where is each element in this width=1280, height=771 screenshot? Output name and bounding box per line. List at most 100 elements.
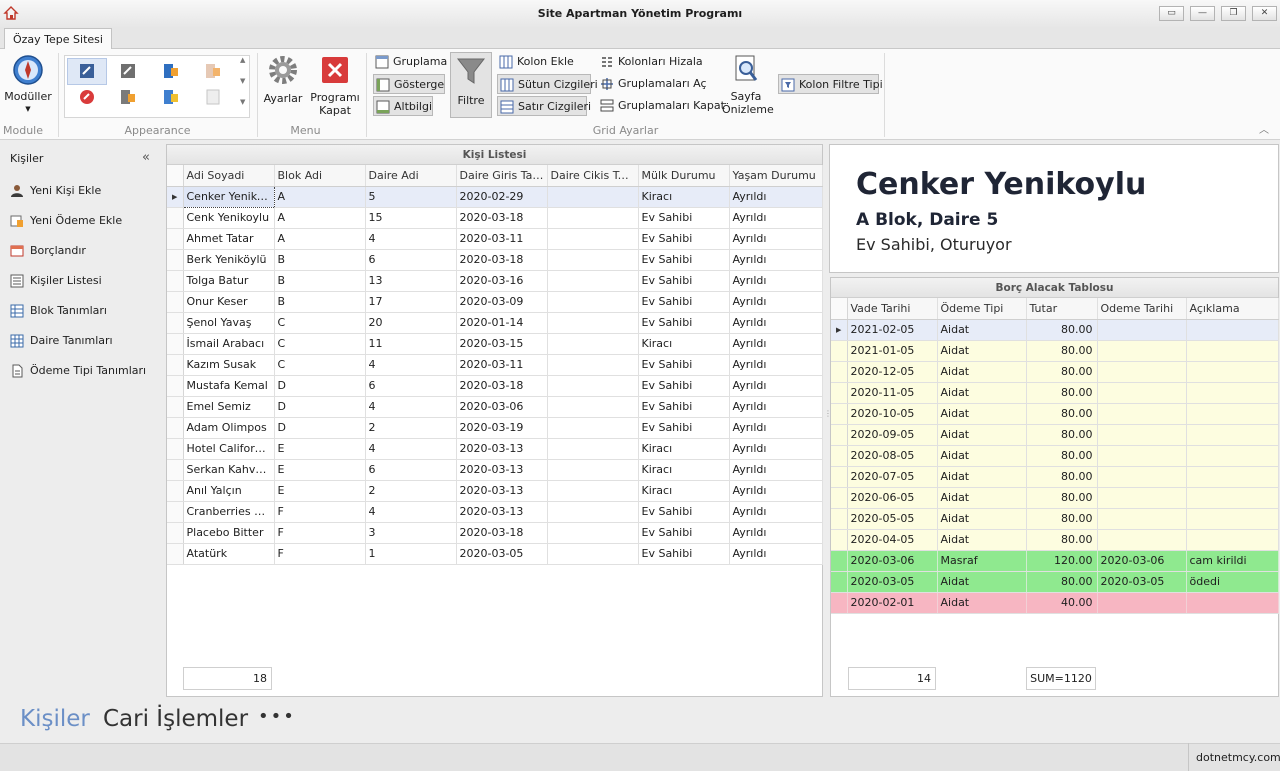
table-cell[interactable]: 3 [365, 522, 457, 544]
table-cell[interactable]: 4 [365, 438, 457, 460]
table-cell[interactable]: E [274, 459, 366, 481]
table-cell[interactable]: 2020-12-05 [847, 361, 938, 383]
table-cell[interactable]: Ayrıldı [729, 480, 823, 502]
table-cell[interactable]: 80.00 [1026, 508, 1098, 530]
table-cell[interactable]: B [274, 291, 366, 313]
table-cell[interactable]: 2020-03-18 [456, 249, 548, 271]
table-cell[interactable]: 2020-03-09 [456, 291, 548, 313]
table-cell[interactable]: 2020-02-01 [847, 592, 938, 614]
table-cell[interactable]: 2020-03-11 [456, 354, 548, 376]
table-cell[interactable] [1186, 361, 1279, 383]
table-cell[interactable] [1097, 592, 1187, 614]
table-row[interactable]: Atatürk F 1 2020-03-05 Ev Sahibi Ayrıldı [167, 543, 823, 565]
table-row[interactable]: Ahmet Tatar A 4 2020-03-11 Ev Sahibi Ayrıldı [167, 228, 823, 250]
table-row[interactable]: 2020-05-05 Aidat 80.00 [831, 508, 1279, 530]
table-cell[interactable] [1097, 529, 1187, 551]
table-cell[interactable]: 2020-10-05 [847, 403, 938, 425]
skin-icon[interactable] [79, 89, 95, 105]
gruplama-button[interactable]: Gruplama [373, 52, 447, 72]
skin-icon[interactable] [79, 63, 95, 79]
table-cell[interactable]: Ayrıldı [729, 522, 823, 544]
sidebar-item-yeni-kisi-ekle[interactable]: Yeni Kişi Ekle [8, 179, 101, 203]
table-cell[interactable]: 40.00 [1026, 592, 1098, 614]
table-cell[interactable]: ödedi [1186, 571, 1279, 593]
table-row[interactable]: Placebo Bitter F 3 2020-03-18 Ev Sahibi Ayrıl… [167, 522, 823, 544]
table-cell[interactable]: 2020-03-05 [456, 543, 548, 565]
table-cell[interactable] [547, 186, 639, 208]
skin-icon[interactable] [120, 89, 136, 105]
table-cell[interactable]: 2020-03-06 [1097, 550, 1187, 572]
table-cell[interactable]: 2021-01-05 [847, 340, 938, 362]
satir-cizgileri-button[interactable]: Satır Cizgileri [497, 96, 591, 116]
moduller-button[interactable]: Modüller ▼ [2, 54, 54, 116]
table-cell[interactable]: 2020-09-05 [847, 424, 938, 446]
table-row[interactable]: Berk Yeniköylü B 6 2020-03-18 Ev Sahibi Ayrıl… [167, 249, 823, 271]
kolonlari-hizala-button[interactable]: Kolonları Hizala [598, 52, 703, 72]
table-row[interactable]: 2020-12-05 Aidat 80.00 [831, 361, 1279, 383]
table-cell[interactable] [1186, 340, 1279, 362]
table-cell[interactable]: Adam Olimpos [183, 417, 275, 439]
table-cell[interactable] [547, 354, 639, 376]
table-row[interactable]: Kazım Susak C 4 2020-03-11 Ev Sahibi Ayrıldı [167, 354, 823, 376]
table-row[interactable]: Cenk Yenikoylu A 15 2020-03-18 Ev Sahibi Ayrı… [167, 207, 823, 229]
nav-kisiler[interactable]: Kişiler [20, 706, 90, 732]
table-cell[interactable]: D [274, 417, 366, 439]
skin-icon[interactable] [205, 89, 221, 105]
table-cell[interactable]: Cranberries Pr... [183, 501, 275, 523]
table-cell[interactable]: 80.00 [1026, 571, 1098, 593]
table-cell[interactable] [1186, 508, 1279, 530]
row-indicator[interactable] [831, 424, 848, 446]
table-cell[interactable]: 11 [365, 333, 457, 355]
table-cell[interactable]: E [274, 480, 366, 502]
table-cell[interactable]: Ayrıldı [729, 375, 823, 397]
table-cell[interactable] [1186, 424, 1279, 446]
table-cell[interactable]: Aidat [937, 340, 1027, 362]
table-cell[interactable]: Aidat [937, 403, 1027, 425]
table-cell[interactable]: Aidat [937, 508, 1027, 530]
sidebar-item-blok-tanimlari[interactable]: Blok Tanımları [8, 299, 107, 323]
table-cell[interactable]: 2020-03-16 [456, 270, 548, 292]
table-cell[interactable] [1097, 382, 1187, 404]
debts-column-header[interactable]: Açıklama [1186, 298, 1279, 320]
skin-icon[interactable] [163, 89, 179, 105]
table-row[interactable]: 2020-09-05 Aidat 80.00 [831, 424, 1279, 446]
table-row[interactable]: Tolga Batur B 13 2020-03-16 Ev Sahibi Ayrıldı [167, 270, 823, 292]
collapse-ribbon-icon[interactable]: ︿ [1259, 121, 1269, 136]
table-cell[interactable]: 2020-03-13 [456, 480, 548, 502]
table-cell[interactable] [547, 375, 639, 397]
row-indicator[interactable] [831, 340, 848, 362]
table-cell[interactable]: Ayrıldı [729, 396, 823, 418]
table-cell[interactable]: Aidat [937, 382, 1027, 404]
table-cell[interactable]: 2020-03-06 [456, 396, 548, 418]
table-cell[interactable]: 2020-03-15 [456, 333, 548, 355]
table-cell[interactable]: Kiracı [638, 480, 730, 502]
current-row-indicator-icon[interactable]: ▶ [167, 186, 184, 208]
table-cell[interactable]: Atatürk [183, 543, 275, 565]
row-indicator[interactable] [831, 508, 848, 530]
persons-column-header[interactable]: Blok Adi [274, 165, 366, 187]
table-cell[interactable]: 2020-03-06 [847, 550, 938, 572]
persons-grid[interactable]: Adi Soyadi Blok Adi Daire Adi Daire Giris T… [167, 165, 823, 565]
row-indicator[interactable] [167, 375, 184, 397]
table-cell[interactable]: 80.00 [1026, 424, 1098, 446]
table-cell[interactable]: 2020-03-19 [456, 417, 548, 439]
table-cell[interactable]: 2020-07-05 [847, 466, 938, 488]
table-row[interactable]: Onur Keser B 17 2020-03-09 Ev Sahibi Ayrıldı [167, 291, 823, 313]
row-indicator[interactable] [831, 592, 848, 614]
table-cell[interactable]: Ayrıldı [729, 333, 823, 355]
persons-column-header[interactable]: Daire Giris Tarihi [456, 165, 548, 187]
sidebar-item-kisiler-listesi[interactable]: Kişiler Listesi [8, 269, 102, 293]
table-row[interactable]: 2020-06-05 Aidat 80.00 [831, 487, 1279, 509]
table-cell[interactable] [1097, 508, 1187, 530]
table-cell[interactable]: 2020-03-18 [456, 207, 548, 229]
table-row[interactable]: Cranberries Pr... F 4 2020-03-13 Ev Sahibi Ay… [167, 501, 823, 523]
table-cell[interactable]: 80.00 [1026, 340, 1098, 362]
gallery-scroll-down-icon[interactable]: ▼ [240, 77, 245, 85]
persons-column-header[interactable]: Adi Soyadi [183, 165, 275, 187]
table-cell[interactable] [1097, 340, 1187, 362]
table-cell[interactable]: 80.00 [1026, 319, 1098, 341]
table-cell[interactable]: 2020-03-13 [456, 459, 548, 481]
table-cell[interactable]: 20 [365, 312, 457, 334]
row-indicator[interactable] [167, 228, 184, 250]
table-cell[interactable] [547, 438, 639, 460]
